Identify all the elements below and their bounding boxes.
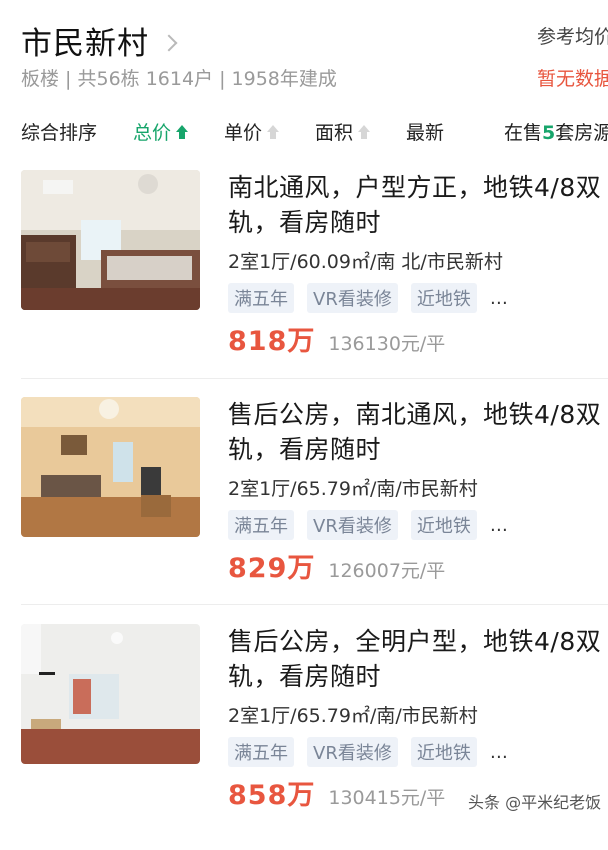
sort-newest-label: 最新 bbox=[406, 122, 445, 144]
sort-total-price[interactable]: 总价 bbox=[133, 118, 189, 145]
listing-photo[interactable] bbox=[21, 170, 200, 310]
listing-tags: 满五年 VR看装修 近地铁 … bbox=[228, 283, 608, 313]
listing-tag: 满五年 bbox=[228, 737, 294, 767]
on-sale-suffix: 套房源 bbox=[555, 122, 608, 144]
listing-tags: 满五年 VR看装修 近地铁 … bbox=[228, 510, 608, 540]
listing-unit-price: 130415元/平 bbox=[328, 787, 446, 809]
on-sale-number: 5 bbox=[542, 122, 556, 144]
listing-card[interactable]: 售后公房，南北通风，地铁4/8双轨，看房随时 2室1厅/65.79㎡/南/市民新… bbox=[0, 397, 608, 623]
sort-unit-price-label: 单价 bbox=[224, 122, 263, 144]
listing-title[interactable]: 售后公房，南北通风，地铁4/8双轨，看房随时 bbox=[228, 397, 608, 467]
listing-price-row: 829万 126007元/平 bbox=[228, 546, 608, 585]
listing-tag: 满五年 bbox=[228, 283, 294, 313]
chevron-right-icon bbox=[160, 34, 178, 51]
sort-area[interactable]: 面积 bbox=[315, 118, 371, 145]
sort-up-arrow-icon bbox=[267, 124, 280, 139]
listing-title[interactable]: 售后公房，全明户型，地铁4/8双轨，看房随时 bbox=[228, 624, 608, 694]
listing-tag: 近地铁 bbox=[410, 510, 477, 540]
listing-tag: VR看装修 bbox=[307, 510, 398, 540]
more-tags-icon: … bbox=[489, 287, 510, 309]
divider bbox=[21, 604, 608, 605]
listing-meta: 2室1厅/60.09㎡/南 北/市民新村 bbox=[228, 251, 503, 273]
reference-price-label: 参考均价 bbox=[537, 26, 608, 48]
listing-unit-price: 136130元/平 bbox=[328, 333, 446, 355]
listing-tag: 近地铁 bbox=[410, 283, 477, 313]
listing-unit-price: 126007元/平 bbox=[328, 560, 446, 582]
sort-unit-price[interactable]: 单价 bbox=[224, 118, 280, 145]
listing-card[interactable]: 南北通风，户型方正，地铁4/8双轨，看房随时 2室1厅/60.09㎡/南 北/市… bbox=[0, 170, 608, 396]
sort-up-arrow-icon bbox=[176, 124, 189, 139]
on-sale-prefix: 在售 bbox=[504, 122, 543, 144]
sort-newest[interactable]: 最新 bbox=[406, 118, 444, 145]
community-subtitle: 板楼 | 共56栋 1614户 | 1958年建成 bbox=[21, 68, 337, 90]
divider bbox=[21, 378, 608, 379]
sort-total-price-label: 总价 bbox=[133, 122, 172, 144]
listing-price: 858万 bbox=[228, 780, 316, 811]
listing-info: 售后公房，全明户型，地铁4/8双轨，看房随时 2室1厅/65.79㎡/南/市民新… bbox=[228, 624, 608, 812]
reference-price-value: 暂无数据 bbox=[537, 68, 608, 90]
listing-tag: VR看装修 bbox=[307, 283, 398, 313]
sort-bar: 综合排序 总价 单价 面积 最新 在售5套房源 bbox=[0, 110, 608, 154]
on-sale-count[interactable]: 在售5套房源 bbox=[504, 118, 608, 145]
listing-tag: 满五年 bbox=[228, 510, 294, 540]
community-header: 市民新村 参考均价 板楼 | 共56栋 1614户 | 1958年建成 暂无数据 bbox=[0, 0, 608, 100]
listing-price: 818万 bbox=[228, 326, 316, 357]
listing-price: 829万 bbox=[228, 553, 316, 584]
listing-photo[interactable] bbox=[21, 624, 200, 764]
listing-title[interactable]: 南北通风，户型方正，地铁4/8双轨，看房随时 bbox=[228, 170, 608, 240]
listing-meta: 2室1厅/65.79㎡/南/市民新村 bbox=[228, 705, 478, 727]
listing-card[interactable]: 售后公房，全明户型，地铁4/8双轨，看房随时 2室1厅/65.79㎡/南/市民新… bbox=[0, 624, 608, 850]
sort-up-arrow-icon bbox=[358, 124, 371, 139]
listing-price-row: 818万 136130元/平 bbox=[228, 319, 608, 358]
sort-comprehensive-label: 综合排序 bbox=[21, 122, 98, 144]
sort-area-label: 面积 bbox=[315, 122, 354, 144]
community-title-link[interactable]: 市民新村 bbox=[21, 18, 178, 63]
more-tags-icon: … bbox=[489, 741, 510, 763]
community-title: 市民新村 bbox=[21, 26, 149, 62]
listing-info: 售后公房，南北通风，地铁4/8双轨，看房随时 2室1厅/65.79㎡/南/市民新… bbox=[228, 397, 608, 585]
listing-meta: 2室1厅/65.79㎡/南/市民新村 bbox=[228, 478, 478, 500]
listing-tag: 近地铁 bbox=[410, 737, 477, 767]
more-tags-icon: … bbox=[489, 514, 510, 536]
listing-photo[interactable] bbox=[21, 397, 200, 537]
sort-comprehensive[interactable]: 综合排序 bbox=[21, 118, 97, 145]
watermark: 头条 @平米纪老饭 bbox=[468, 793, 602, 812]
listing-info: 南北通风，户型方正，地铁4/8双轨，看房随时 2室1厅/60.09㎡/南 北/市… bbox=[228, 170, 608, 358]
listing-tags: 满五年 VR看装修 近地铁 … bbox=[228, 737, 608, 767]
listing-tag: VR看装修 bbox=[307, 737, 398, 767]
